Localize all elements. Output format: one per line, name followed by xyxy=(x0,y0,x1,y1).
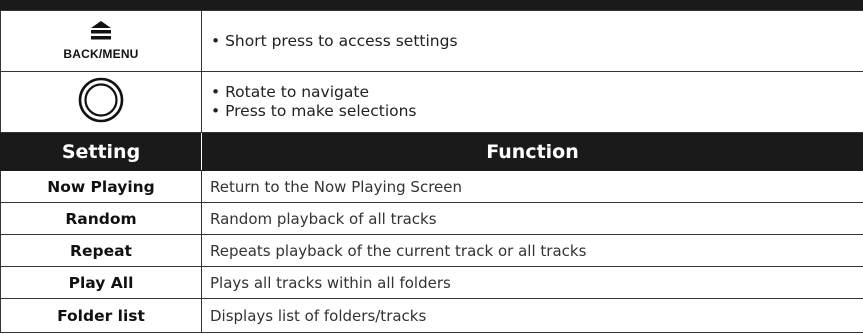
back-menu-icon xyxy=(89,21,113,45)
knob-cell xyxy=(0,71,202,133)
function-folder-list: Displays list of folders/tracks xyxy=(201,298,863,333)
header-function: Function xyxy=(201,132,863,171)
back-menu-bullet: • Short press to access settings xyxy=(211,31,458,50)
header-setting: Setting xyxy=(0,132,202,171)
control-row-back-menu: BACK/MENU • Short press to access settin… xyxy=(0,10,863,72)
settings-document: BACK/MENU • Short press to access settin… xyxy=(0,0,863,334)
control-row-knob: • Rotate to navigate • Press to make sel… xyxy=(0,71,863,133)
setting-folder-list: Folder list xyxy=(0,298,202,333)
setting-random: Random xyxy=(0,202,202,235)
table-row: Folder list Displays list of folders/tra… xyxy=(0,298,863,333)
back-menu-label: BACK/MENU xyxy=(63,47,139,61)
knob-bullet-press: • Press to make selections xyxy=(211,102,417,120)
setting-play-all: Play All xyxy=(0,266,202,299)
back-menu-description: • Short press to access settings xyxy=(201,10,863,72)
function-random: Random playback of all tracks xyxy=(201,202,863,235)
table-row: Random Random playback of all tracks xyxy=(0,202,863,235)
table-row: Repeat Repeats playback of the current t… xyxy=(0,234,863,267)
knob-bullet-rotate: • Rotate to navigate xyxy=(211,83,369,101)
table-row: Play All Plays all tracks within all fol… xyxy=(0,266,863,299)
top-header-bar xyxy=(0,0,863,10)
function-repeat: Repeats playback of the current track or… xyxy=(201,234,863,267)
settings-table: BACK/MENU • Short press to access settin… xyxy=(0,10,863,333)
knob-description: • Rotate to navigate • Press to make sel… xyxy=(201,71,863,133)
setting-repeat: Repeat xyxy=(0,234,202,267)
function-play-all: Plays all tracks within all folders xyxy=(201,266,863,299)
back-menu-cell: BACK/MENU xyxy=(0,10,202,72)
setting-now-playing: Now Playing xyxy=(0,170,202,203)
rotary-knob-icon xyxy=(78,77,124,127)
table-row: Now Playing Return to the Now Playing Sc… xyxy=(0,170,863,203)
table-header-row: Setting Function xyxy=(0,132,863,171)
function-now-playing: Return to the Now Playing Screen xyxy=(201,170,863,203)
